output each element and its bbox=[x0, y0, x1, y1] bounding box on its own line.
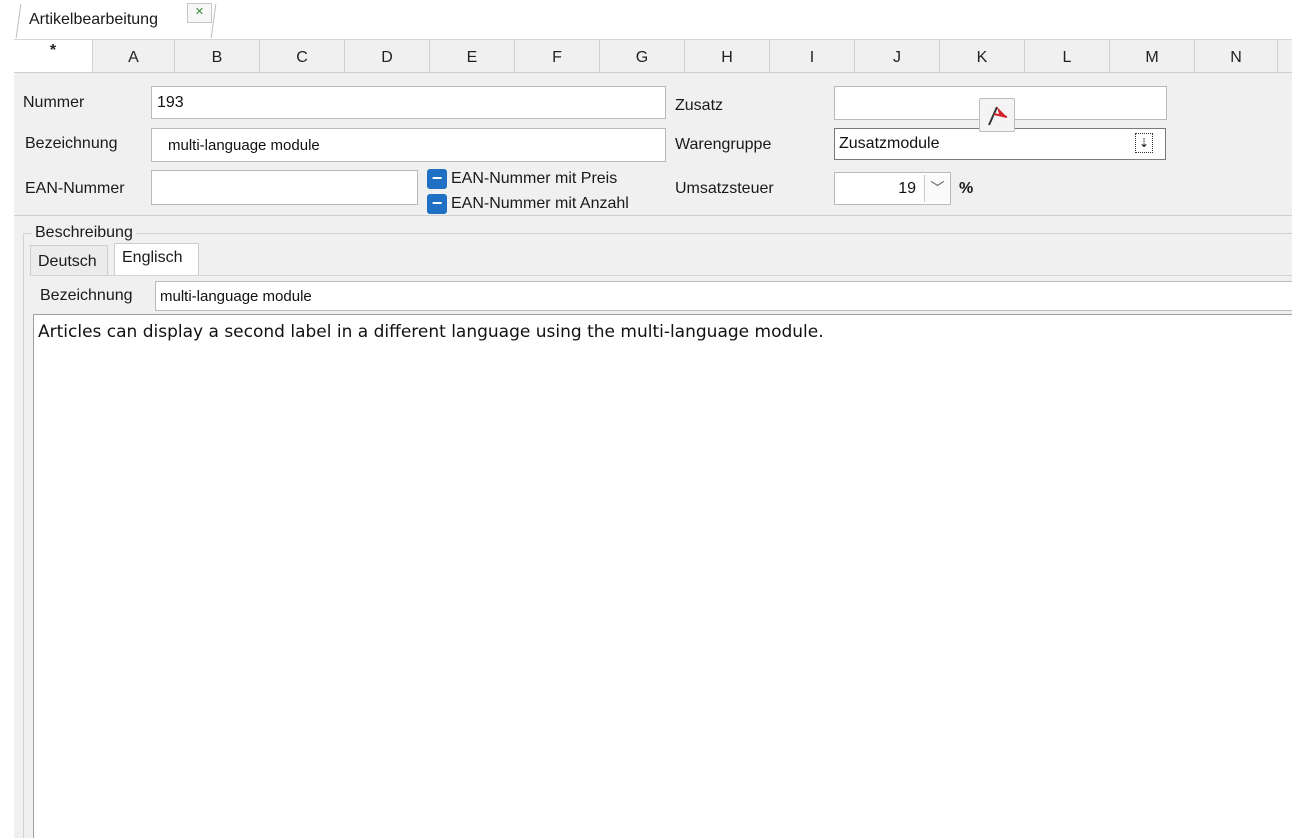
nummer-input[interactable]: 193 bbox=[151, 86, 666, 119]
ean-with-quantity-checkbox[interactable]: − bbox=[427, 194, 447, 214]
umsatzsteuer-spinner[interactable]: 19 ﹀ bbox=[834, 172, 951, 205]
umsatzsteuer-label: Umsatzsteuer bbox=[675, 180, 774, 197]
column-tab-d[interactable]: D bbox=[345, 40, 430, 72]
tab-deutsch[interactable]: Deutsch bbox=[30, 245, 108, 275]
flag-button[interactable] bbox=[979, 98, 1015, 132]
column-tab-i[interactable]: I bbox=[770, 40, 855, 72]
red-flag-icon bbox=[988, 106, 1008, 126]
column-tab-f[interactable]: F bbox=[515, 40, 600, 72]
description-legend: Beschreibung bbox=[32, 224, 136, 242]
english-bezeichnung-value: multi-language module bbox=[160, 287, 312, 305]
ean-input[interactable] bbox=[151, 170, 418, 205]
ean-with-quantity-label[interactable]: EAN-Nummer mit Anzahl bbox=[451, 195, 629, 213]
umsatzsteuer-value: 19 bbox=[898, 179, 916, 197]
column-tab-k[interactable]: K bbox=[940, 40, 1025, 72]
document-tab-bar: Artikelbearbeitung ✕ bbox=[0, 0, 1292, 38]
column-tab-a[interactable]: A bbox=[93, 40, 175, 72]
column-tab-strip: * A B C D E F G H I J K L M N bbox=[14, 39, 1292, 73]
close-icon[interactable]: ✕ bbox=[187, 3, 212, 23]
lookup-icon[interactable]: ⇣ bbox=[1135, 133, 1153, 153]
bezeichnung-label: Bezeichnung bbox=[25, 135, 118, 152]
column-tab-h[interactable]: H bbox=[685, 40, 770, 72]
chevron-down-icon[interactable]: ﹀ bbox=[924, 175, 950, 202]
column-tab-j[interactable]: J bbox=[855, 40, 940, 72]
column-tab-e[interactable]: E bbox=[430, 40, 515, 72]
english-description-text: Articles can display a second label in a… bbox=[38, 322, 824, 342]
column-tab-n[interactable]: N bbox=[1195, 40, 1278, 72]
warengruppe-label: Warengruppe bbox=[675, 136, 772, 153]
column-tab-l[interactable]: L bbox=[1025, 40, 1110, 72]
bezeichnung-value: multi-language module bbox=[168, 136, 320, 154]
column-tab-m[interactable]: M bbox=[1110, 40, 1195, 72]
english-bezeichnung-label: Bezeichnung bbox=[40, 287, 133, 304]
nummer-value: 193 bbox=[157, 93, 184, 111]
ean-with-price-label[interactable]: EAN-Nummer mit Preis bbox=[451, 170, 617, 188]
english-bezeichnung-input[interactable]: multi-language module bbox=[155, 281, 1292, 311]
nummer-label: Nummer bbox=[23, 94, 85, 111]
bezeichnung-input[interactable]: multi-language module bbox=[151, 128, 666, 162]
column-tab-c[interactable]: C bbox=[260, 40, 345, 72]
column-tab-b[interactable]: B bbox=[175, 40, 260, 72]
ean-label: EAN-Nummer bbox=[25, 180, 125, 197]
tab-englisch[interactable]: Englisch bbox=[114, 243, 199, 275]
zusatz-label: Zusatz bbox=[675, 97, 724, 114]
warengruppe-value: Zusatzmodule bbox=[839, 135, 940, 152]
column-tab-g[interactable]: G bbox=[600, 40, 685, 72]
ean-with-price-checkbox[interactable]: − bbox=[427, 169, 447, 189]
column-tab-all[interactable]: * bbox=[14, 40, 93, 72]
percent-unit: % bbox=[959, 180, 974, 197]
document-tab-label[interactable]: Artikelbearbeitung bbox=[29, 11, 158, 29]
english-description-textarea[interactable]: Articles can display a second label in a… bbox=[33, 314, 1292, 838]
